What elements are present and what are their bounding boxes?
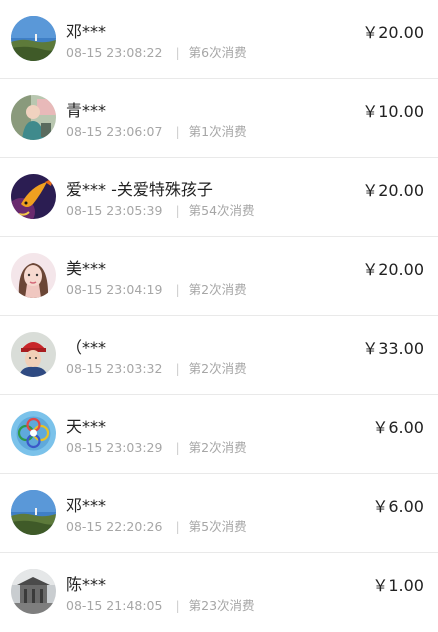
donation-count: 第54次消费: [188, 203, 255, 218]
donation-meta: 08-15 23:08:22 | 第6次消费: [66, 42, 247, 61]
landscape-avatar-icon: [11, 16, 56, 61]
donation-meta: 08-15 23:04:19 | 第2次消费: [66, 279, 247, 298]
woman-avatar-icon: [11, 253, 56, 298]
donation-count: 第23次消费: [188, 598, 255, 613]
donor-name: （***: [66, 338, 107, 357]
donation-count: 第2次消费: [188, 361, 247, 376]
donation-amount: ￥6.00: [372, 497, 424, 516]
donor-name: 邓***: [66, 496, 107, 515]
meta-divider: |: [175, 440, 180, 455]
donation-meta: 08-15 21:48:05 | 第23次消费: [66, 595, 255, 614]
donation-count: 第6次消费: [188, 45, 247, 60]
donor-name: 青***: [66, 101, 107, 120]
meta-divider: |: [175, 124, 180, 139]
donation-amount: ￥20.00: [362, 23, 424, 42]
donation-count: 第2次消费: [188, 282, 247, 297]
donation-amount: ￥20.00: [362, 260, 424, 279]
list-item[interactable]: 天*** 08-15 23:03:29 | 第2次消费 ￥6.00: [0, 395, 438, 474]
donation-time: 08-15 23:03:32: [66, 361, 163, 376]
koi-fish-avatar-icon: [11, 174, 56, 219]
donation-meta: 08-15 23:03:32 | 第2次消费: [66, 358, 247, 377]
list-item[interactable]: 爱*** -关爱特殊孩子 08-15 23:05:39 | 第54次消费 ￥20.0…: [0, 158, 438, 237]
donation-time: 08-15 23:08:22: [66, 45, 163, 60]
list-item[interactable]: 邓*** 08-15 22:20:26 | 第5次消费 ￥6.00: [0, 474, 438, 553]
donor-name: 陈***: [66, 575, 107, 594]
building-avatar-icon: [11, 569, 56, 614]
list-item[interactable]: 陈*** 08-15 21:48:05 | 第23次消费 ￥1.00: [0, 553, 438, 632]
donor-name: 爱*** -关爱特殊孩子: [66, 180, 213, 199]
list-item[interactable]: （*** 08-15 23:03:32 | 第2次消费 ￥33.00: [0, 316, 438, 395]
donation-list: 邓*** 08-15 23:08:22 | 第6次消费 ￥20.00 青*** 08…: [0, 0, 438, 632]
donor-name: 邓***: [66, 22, 107, 41]
meta-divider: |: [175, 361, 180, 376]
donation-amount: ￥33.00: [362, 339, 424, 358]
donation-count: 第5次消费: [188, 519, 247, 534]
meta-divider: |: [175, 45, 180, 60]
donation-amount: ￥20.00: [362, 181, 424, 200]
donation-time: 08-15 23:06:07: [66, 124, 163, 139]
donation-time: 08-15 22:20:26: [66, 519, 163, 534]
donor-name: 天***: [66, 417, 107, 436]
donation-amount: ￥10.00: [362, 102, 424, 121]
donation-meta: 08-15 23:03:29 | 第2次消费: [66, 437, 247, 456]
list-item[interactable]: 邓*** 08-15 23:08:22 | 第6次消费 ￥20.00: [0, 0, 438, 79]
meta-divider: |: [175, 519, 180, 534]
donation-time: 08-15 23:05:39: [66, 203, 163, 218]
rings-emblem-avatar-icon: [11, 411, 56, 456]
donation-amount: ￥6.00: [372, 418, 424, 437]
list-item[interactable]: 青*** 08-15 23:06:07 | 第1次消费 ￥10.00: [0, 79, 438, 158]
donation-meta: 08-15 22:20:26 | 第5次消费: [66, 516, 247, 535]
person-avatar-icon: [11, 95, 56, 140]
donation-time: 08-15 23:03:29: [66, 440, 163, 455]
meta-divider: |: [175, 203, 180, 218]
woman-red-hat-avatar-icon: [11, 332, 56, 377]
meta-divider: |: [175, 282, 180, 297]
list-item[interactable]: 美*** 08-15 23:04:19 | 第2次消费 ￥20.00: [0, 237, 438, 316]
donation-meta: 08-15 23:05:39 | 第54次消费: [66, 200, 255, 219]
meta-divider: |: [175, 598, 180, 613]
donation-time: 08-15 23:04:19: [66, 282, 163, 297]
donation-meta: 08-15 23:06:07 | 第1次消费: [66, 121, 247, 140]
donation-amount: ￥1.00: [372, 576, 424, 595]
donation-count: 第2次消费: [188, 440, 247, 455]
donor-name: 美***: [66, 259, 107, 278]
donation-count: 第1次消费: [188, 124, 247, 139]
landscape-avatar-icon: [11, 490, 56, 535]
donation-time: 08-15 21:48:05: [66, 598, 163, 613]
